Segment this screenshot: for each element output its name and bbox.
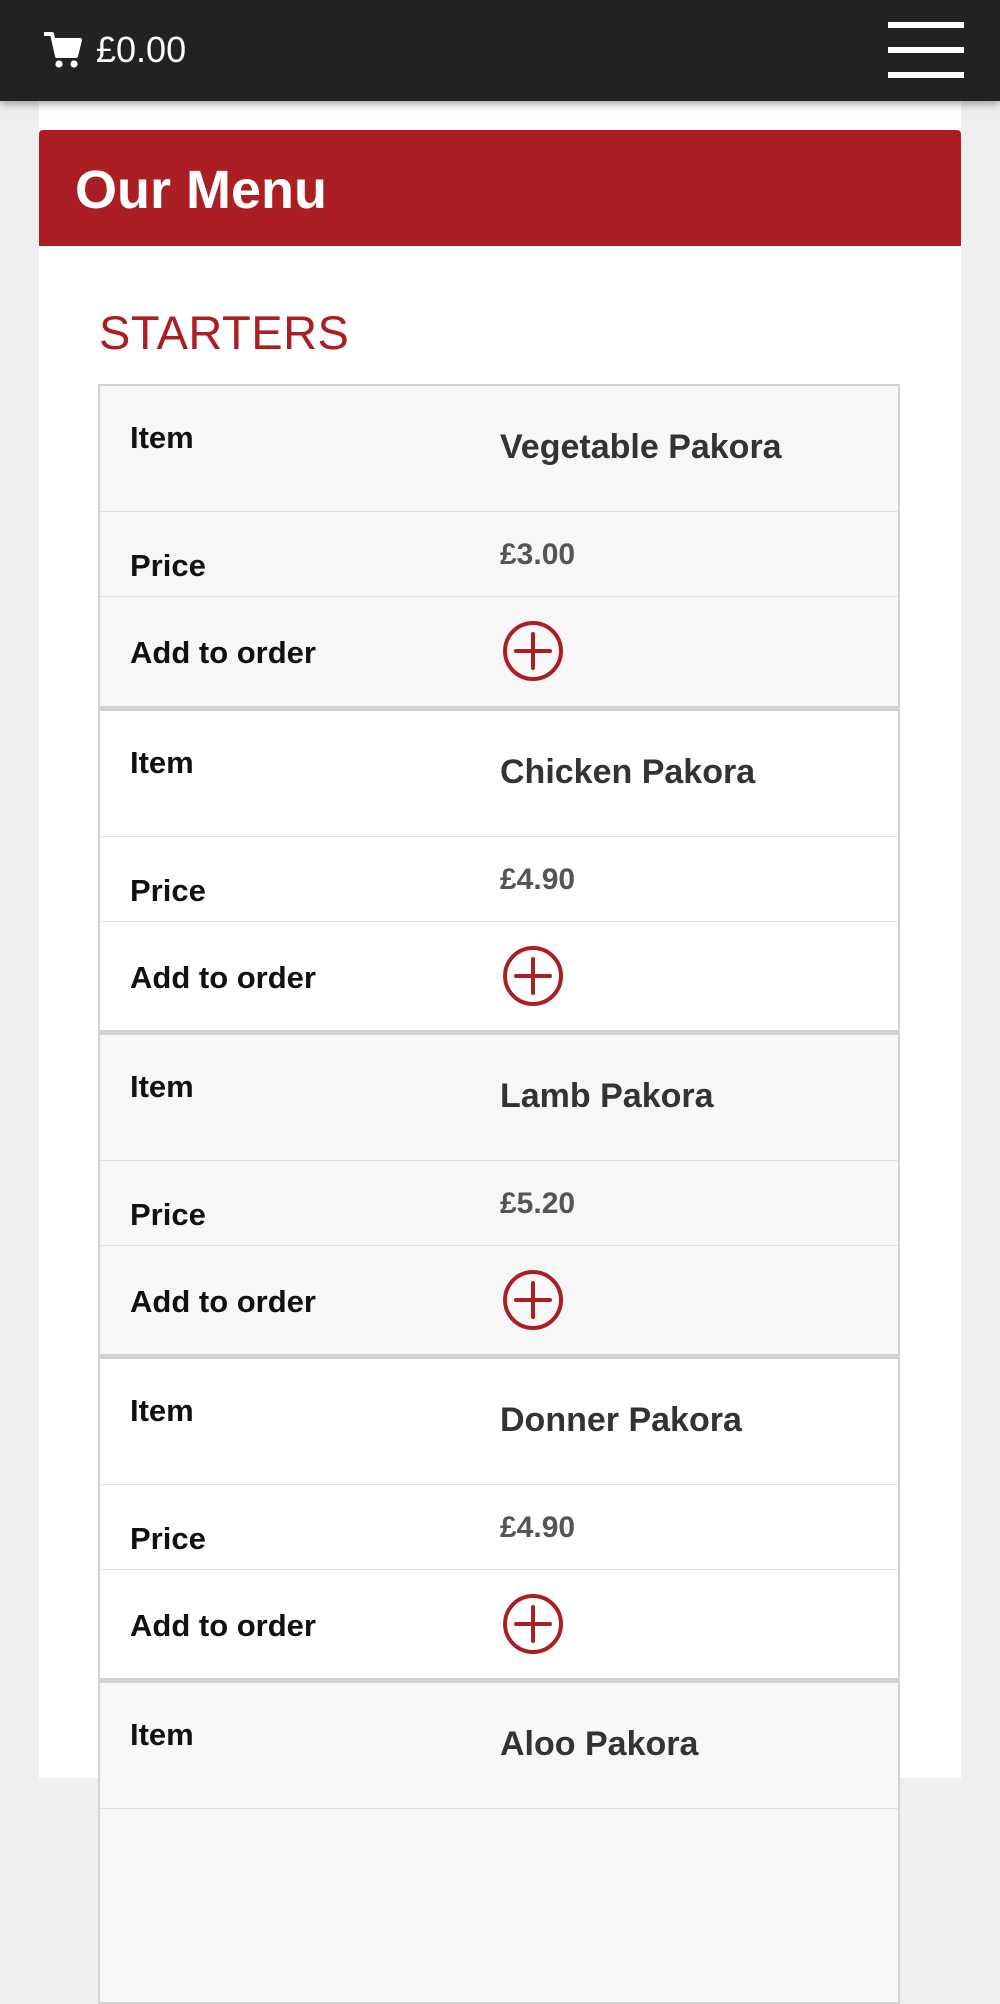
menu-item: Item Donner Pakora Price £4.90 Add to or… xyxy=(98,1356,900,1680)
add-row: Add to order xyxy=(100,922,898,1031)
plus-circle-icon xyxy=(503,1270,563,1330)
menu-item: Item Aloo Pakora xyxy=(98,1680,900,2004)
item-price: £4.90 xyxy=(500,1511,576,1544)
cart-summary[interactable]: £0.00 xyxy=(44,30,186,70)
plus-circle-icon xyxy=(503,621,563,681)
item-label: Item xyxy=(130,420,194,455)
hamburger-menu-icon[interactable] xyxy=(888,22,964,80)
item-price: £3.00 xyxy=(500,538,576,571)
add-label: Add to order xyxy=(130,1608,316,1643)
item-row: Item Chicken Pakora xyxy=(100,711,898,837)
item-row: Item Aloo Pakora xyxy=(100,1683,898,1809)
add-label: Add to order xyxy=(130,1284,316,1319)
item-name: Lamb Pakora xyxy=(500,1077,714,1115)
price-row: Price £5.20 xyxy=(100,1161,898,1246)
price-row: Price £4.90 xyxy=(100,1485,898,1570)
price-label: Price xyxy=(130,548,206,583)
add-to-order-button[interactable] xyxy=(502,945,564,1007)
menu-item: Item Vegetable Pakora Price £3.00 Add to… xyxy=(98,384,900,708)
item-price: £5.20 xyxy=(500,1187,576,1220)
top-navigation-bar: £0.00 xyxy=(0,0,1000,101)
menu-items-list: Item Vegetable Pakora Price £3.00 Add to… xyxy=(98,384,900,2004)
price-row: Price £3.00 xyxy=(100,512,898,597)
item-label: Item xyxy=(130,1069,194,1104)
add-label: Add to order xyxy=(130,635,316,670)
plus-circle-icon xyxy=(503,1594,563,1654)
add-to-order-button[interactable] xyxy=(502,620,564,682)
menu-header: Our Menu xyxy=(39,130,961,246)
item-row: Item Donner Pakora xyxy=(100,1359,898,1485)
add-row: Add to order xyxy=(100,597,898,706)
add-row: Add to order xyxy=(100,1570,898,1679)
menu-item: Item Lamb Pakora Price £5.20 Add to orde… xyxy=(98,1032,900,1356)
menu-panel: Our Menu STARTERS Item Vegetable Pakora … xyxy=(39,101,961,2004)
item-name: Aloo Pakora xyxy=(500,1725,699,1763)
item-name: Donner Pakora xyxy=(500,1401,742,1439)
item-name: Vegetable Pakora xyxy=(500,428,782,466)
item-row: Item Lamb Pakora xyxy=(100,1035,898,1161)
add-to-order-button[interactable] xyxy=(502,1269,564,1331)
item-name: Chicken Pakora xyxy=(500,753,756,791)
price-row: Price £4.90 xyxy=(100,837,898,922)
item-label: Item xyxy=(130,1393,194,1428)
shopping-cart-icon xyxy=(44,32,82,68)
item-label: Item xyxy=(130,1717,194,1752)
add-to-order-button[interactable] xyxy=(502,1593,564,1655)
item-price: £4.90 xyxy=(500,863,576,896)
menu-item: Item Chicken Pakora Price £4.90 Add to o… xyxy=(98,708,900,1032)
price-label: Price xyxy=(130,1197,206,1232)
price-label: Price xyxy=(130,1521,206,1556)
section-title: STARTERS xyxy=(99,306,350,359)
add-label: Add to order xyxy=(130,960,316,995)
price-label: Price xyxy=(130,873,206,908)
plus-circle-icon xyxy=(503,946,563,1006)
add-row: Add to order xyxy=(100,1246,898,1355)
cart-total: £0.00 xyxy=(96,29,187,70)
item-label: Item xyxy=(130,745,194,780)
item-row: Item Vegetable Pakora xyxy=(100,386,898,512)
page-title: Our Menu xyxy=(75,160,327,220)
